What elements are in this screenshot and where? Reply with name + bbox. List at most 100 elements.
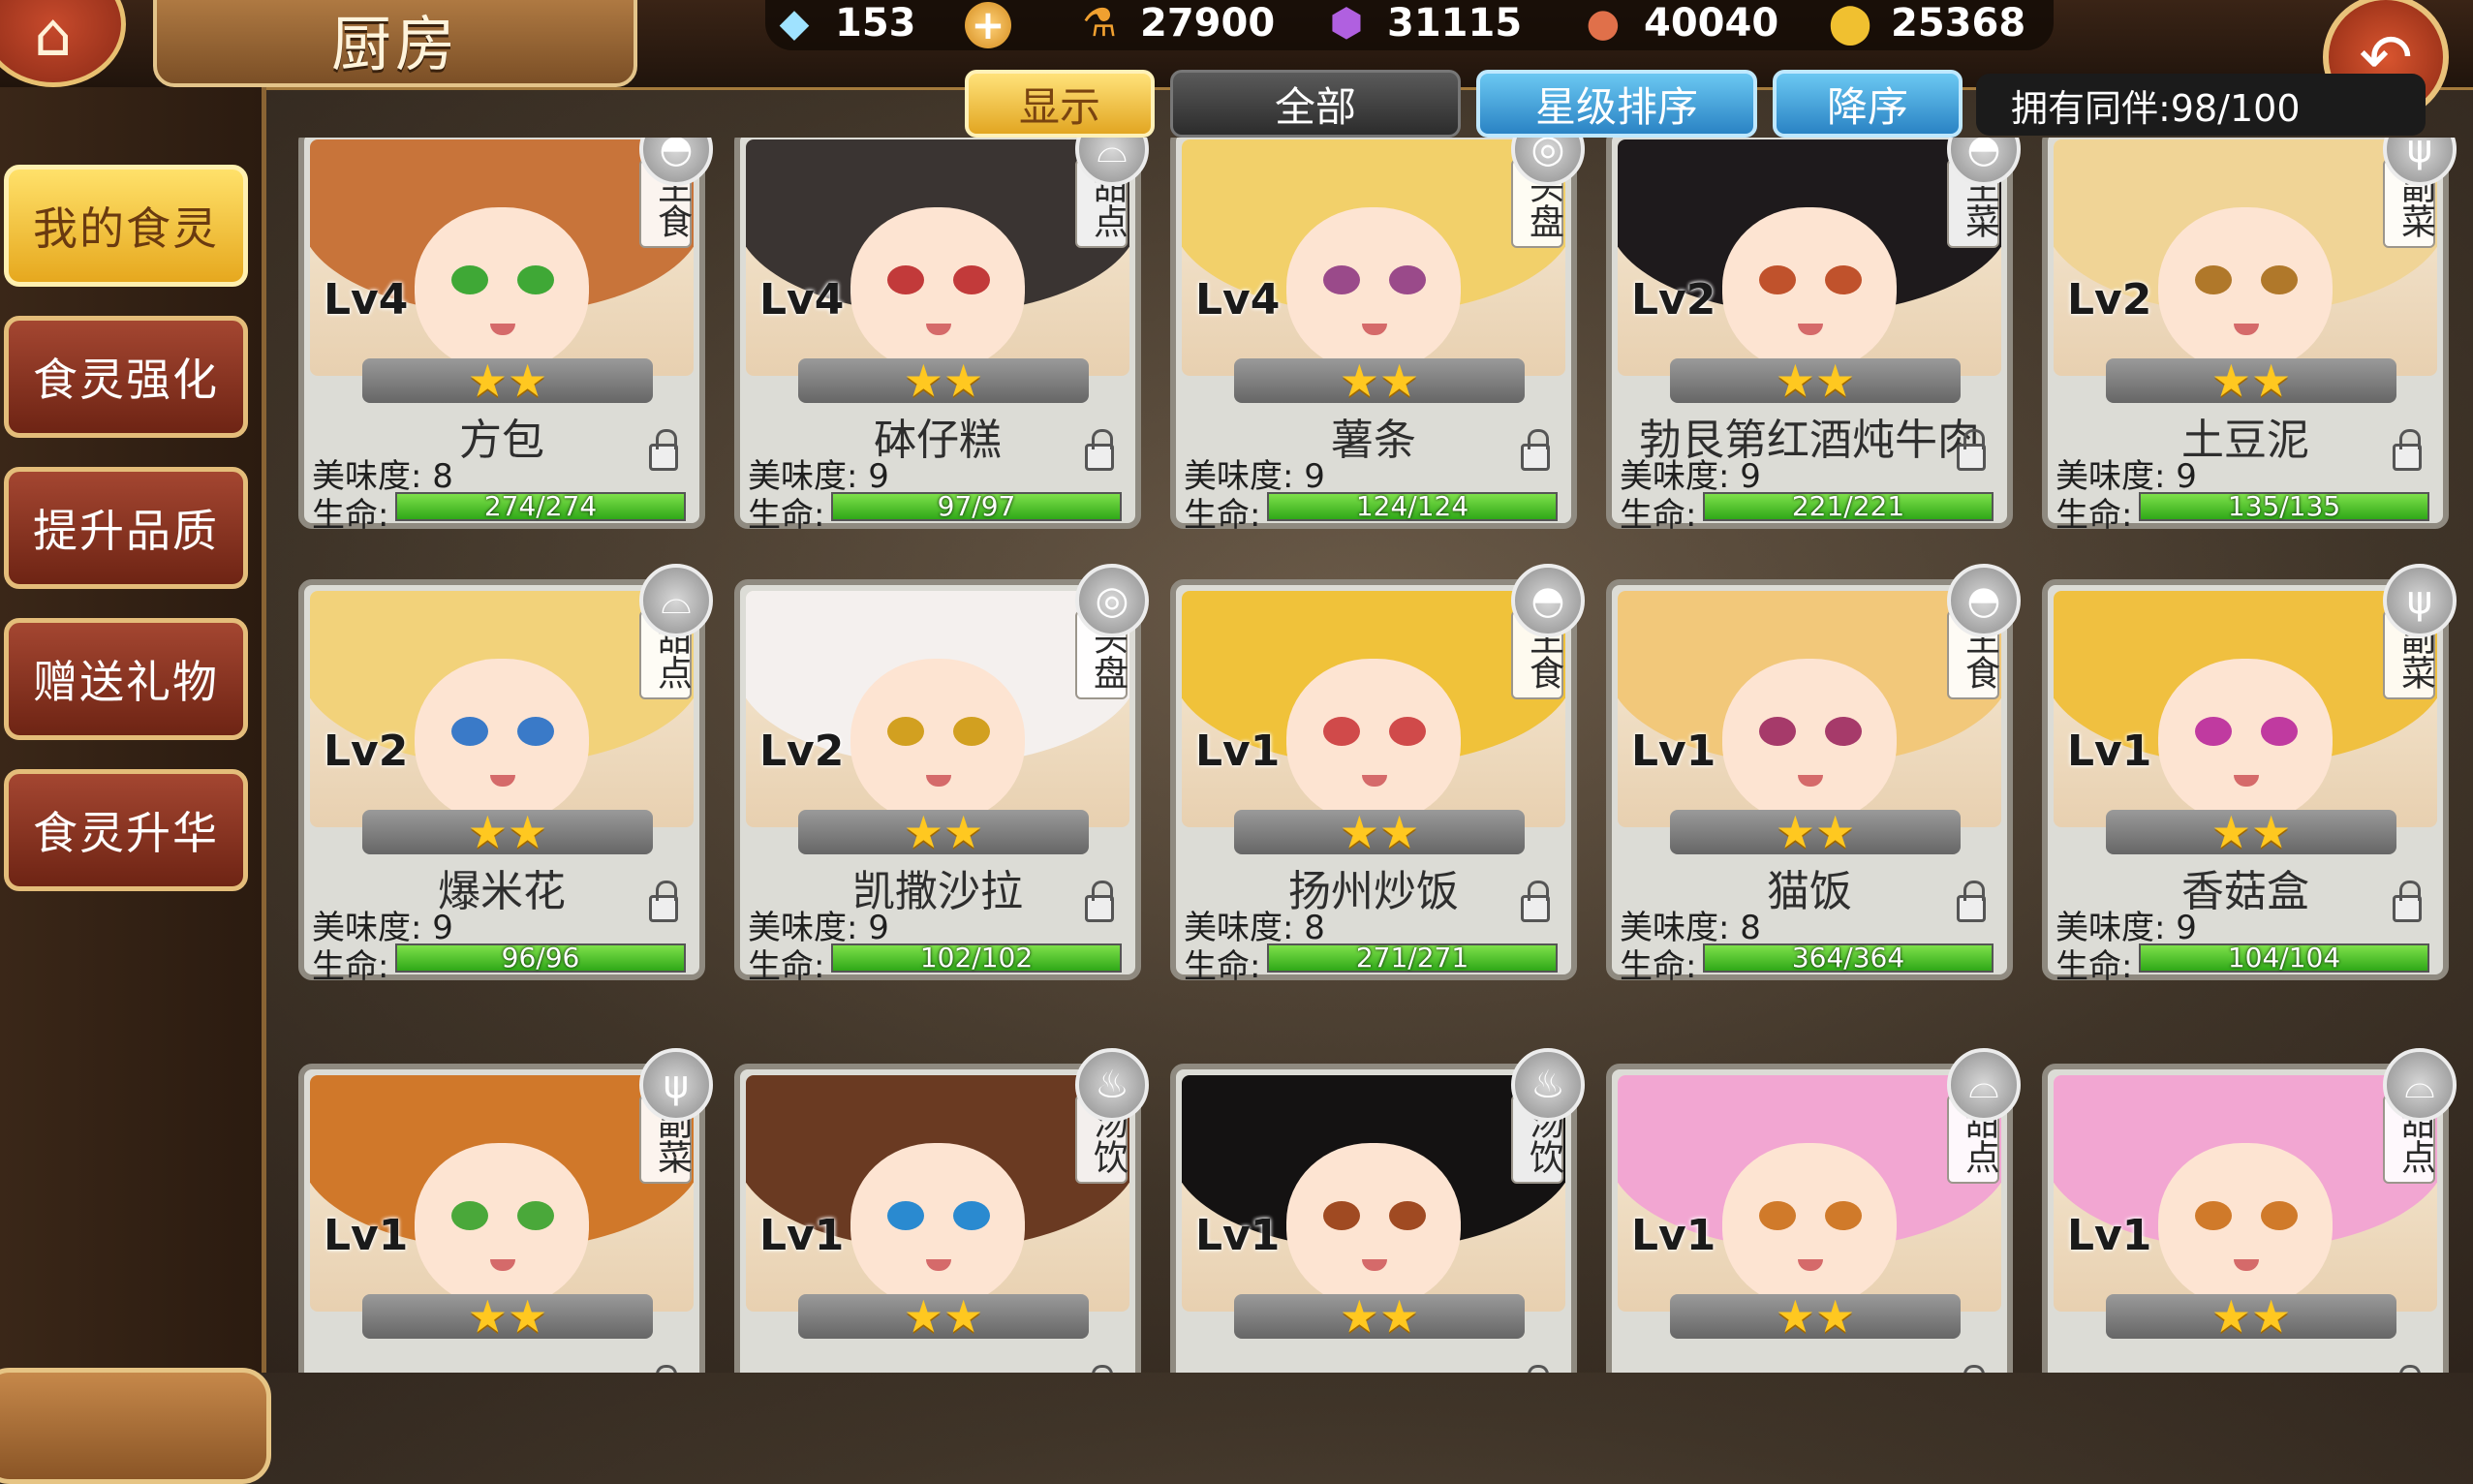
portrait-face	[2158, 1143, 2333, 1308]
hp-bar: 102/102	[831, 942, 1122, 974]
level-label: Lv2	[2067, 275, 2152, 325]
lock-icon[interactable]	[1085, 881, 1114, 922]
spirit-card[interactable]: Lv1 主食 ◓ ★ ★ 扬州炒饭 美味度: 8 生命: 271/271	[1170, 564, 1585, 986]
star-icon: ★	[1339, 1290, 1379, 1343]
category-all-dropdown[interactable]: 全部	[1170, 70, 1461, 138]
sidebar-item-ascend[interactable]: 食灵升华	[4, 769, 248, 891]
portrait-eye	[1759, 717, 1796, 746]
star-icon: ★	[903, 355, 943, 407]
hp-bar: 104/104	[2139, 942, 2429, 974]
spirit-card[interactable]: Lv2 甜点 ⌓ ★ ★ 爆米花 美味度: 9 生命: 96/96	[298, 564, 713, 986]
resource-meat: ● 40040	[1574, 0, 1779, 46]
diamond-icon: ◆	[779, 1, 810, 46]
spirit-card[interactable]: Lv2 头盘 ◎ ★ ★ 凯撒沙拉 美味度: 9 生命: 102/102	[734, 564, 1149, 986]
lock-icon[interactable]	[2393, 429, 2422, 471]
lock-icon[interactable]	[1521, 881, 1550, 922]
resource-diamond: ◆ 153	[765, 0, 916, 46]
portrait-eye	[1825, 717, 1862, 746]
portrait-eye	[953, 717, 990, 746]
spirit-card[interactable]: Lv1 甜点 ⌓ ★★ 美味度: 生命:	[1606, 1048, 2021, 1373]
star-icon: ★	[1379, 1290, 1420, 1343]
star-rating: ★ ★	[798, 1294, 1089, 1339]
level-label: Lv2	[1631, 275, 1716, 325]
spirit-card[interactable]: Lv4 甜点 ⌓ ★ ★ 砵仔糕 美味度: 9 生命: 97/97	[734, 138, 1149, 535]
character-portrait: Lv1 甜点	[1618, 1075, 2001, 1312]
portrait-eye	[1389, 265, 1426, 294]
portrait-eye	[2261, 1201, 2298, 1230]
hp-value: 274/274	[483, 490, 598, 522]
hp-value: 221/221	[1791, 490, 1905, 522]
star-icon: ★	[1815, 806, 1856, 858]
spirit-card[interactable]: Lv1 主食 ◓ ★ ★ 猫饭 美味度: 8 生命: 364/364	[1606, 564, 2021, 986]
portrait-eye	[953, 265, 990, 294]
character-portrait: Lv2 副菜	[2054, 139, 2437, 376]
hp-bar: 271/271	[1267, 942, 1558, 974]
bowl-icon: ◓	[1511, 564, 1585, 637]
portrait-face	[2158, 659, 2333, 823]
sidebar-item-gift[interactable]: 赠送礼物	[4, 618, 248, 740]
spirit-card[interactable]: Lv2 副菜 ψ ★ ★ 土豆泥 美味度: 9 生命: 135/135	[2042, 138, 2457, 535]
soup-icon: ♨	[1511, 1048, 1585, 1122]
portrait-face	[1286, 659, 1461, 823]
level-label: Lv1	[2067, 1211, 2152, 1260]
level-label: Lv4	[759, 275, 845, 325]
star-icon: ★	[2251, 806, 2292, 858]
portrait-eye	[2195, 265, 2232, 294]
hp-bar: 221/221	[1703, 490, 1994, 522]
portrait-face	[1722, 207, 1897, 372]
resource-stamina: ⬤ 25368	[1821, 0, 2026, 46]
portrait-eye	[887, 1201, 924, 1230]
star-icon: ★	[1775, 355, 1815, 407]
character-portrait: Lv2 主菜	[1618, 139, 2001, 376]
hp-label: 生命:	[748, 947, 825, 986]
spirit-card[interactable]: Lv4 头盘 ◎ ★ ★ 薯条 美味度: 9 生命: 124/124	[1170, 138, 1585, 535]
lock-icon[interactable]	[1085, 429, 1114, 471]
fork-icon: ψ	[2383, 564, 2457, 637]
star-rating: ★ ★	[362, 358, 653, 403]
add-diamond-button[interactable]: +	[965, 2, 1011, 48]
portrait-face	[1286, 207, 1461, 372]
spirit-card[interactable]: Lv1 汤饮 ♨ ★★ 美味度: 生命:	[1170, 1048, 1585, 1373]
sidebar-item-enhance[interactable]: 食灵强化	[4, 316, 248, 438]
lock-icon[interactable]	[649, 881, 678, 922]
portrait-eye	[953, 1201, 990, 1230]
portrait-face	[1722, 659, 1897, 823]
star-rating: ★ ★	[2106, 358, 2396, 403]
level-label: Lv1	[2067, 727, 2152, 776]
home-button[interactable]: ⌂	[0, 0, 126, 87]
sidebar-item-my-spirits[interactable]: 我的食灵	[4, 165, 248, 287]
spirit-card[interactable]: Lv1 副菜 ψ ★ ★ 香菇盒 美味度: 9 生命: 104/104	[2042, 564, 2457, 986]
sidebar-item-quality[interactable]: 提升品质	[4, 467, 248, 589]
character-portrait: Lv2 甜点	[310, 591, 694, 827]
star-sort-button[interactable]: 星级排序	[1476, 70, 1757, 138]
star-rating: ★ ★	[1670, 358, 1961, 403]
hp-bar: 274/274	[395, 490, 686, 522]
spirit-card[interactable]: Lv2 主菜 ◓ ★ ★ 勃艮第红酒炖牛肉 美味度: 9 生命: 221/221	[1606, 138, 2021, 535]
lock-icon[interactable]	[1521, 429, 1550, 471]
spirit-card[interactable]: Lv1 汤饮 ♨ ★★ 美味度: 生命:	[734, 1048, 1149, 1373]
portrait-eye	[1825, 1201, 1862, 1230]
hp-value: 97/97	[937, 490, 1016, 522]
portrait-eye	[1323, 717, 1360, 746]
resource-food: ⚗ 27900	[1070, 0, 1275, 46]
star-icon: ★	[508, 1290, 548, 1343]
spirit-card[interactable]: Lv4 主食 ◓ ★ ★ 方包 美味度: 8 生命: 274/274	[298, 138, 713, 535]
descending-sort-button[interactable]: 降序	[1773, 70, 1963, 138]
lock-icon[interactable]	[649, 429, 678, 471]
star-icon: ★	[467, 355, 508, 407]
hp-value: 96/96	[501, 942, 580, 974]
hp-label: 生命:	[748, 496, 825, 535]
soup-icon: ♨	[1075, 1048, 1149, 1122]
lock-icon[interactable]	[2393, 881, 2422, 922]
star-icon: ★	[1815, 355, 1856, 407]
show-filter-button[interactable]: 显示	[965, 70, 1155, 138]
spirit-card[interactable]: Lv1 副菜 ψ ★★ 美味度: 生命:	[298, 1048, 713, 1373]
lock-icon[interactable]	[1957, 881, 1986, 922]
hp-label: 生命:	[1620, 947, 1697, 986]
portrait-face	[1722, 1143, 1897, 1308]
level-label: Lv1	[1631, 1211, 1716, 1260]
lock-icon[interactable]	[1957, 429, 1986, 471]
spirit-card[interactable]: Lv1 甜点 ⌓ ★★ 美味度: 生命:	[2042, 1048, 2457, 1373]
star-icon: ★	[1339, 355, 1379, 407]
diamond-value: 153	[835, 1, 916, 46]
